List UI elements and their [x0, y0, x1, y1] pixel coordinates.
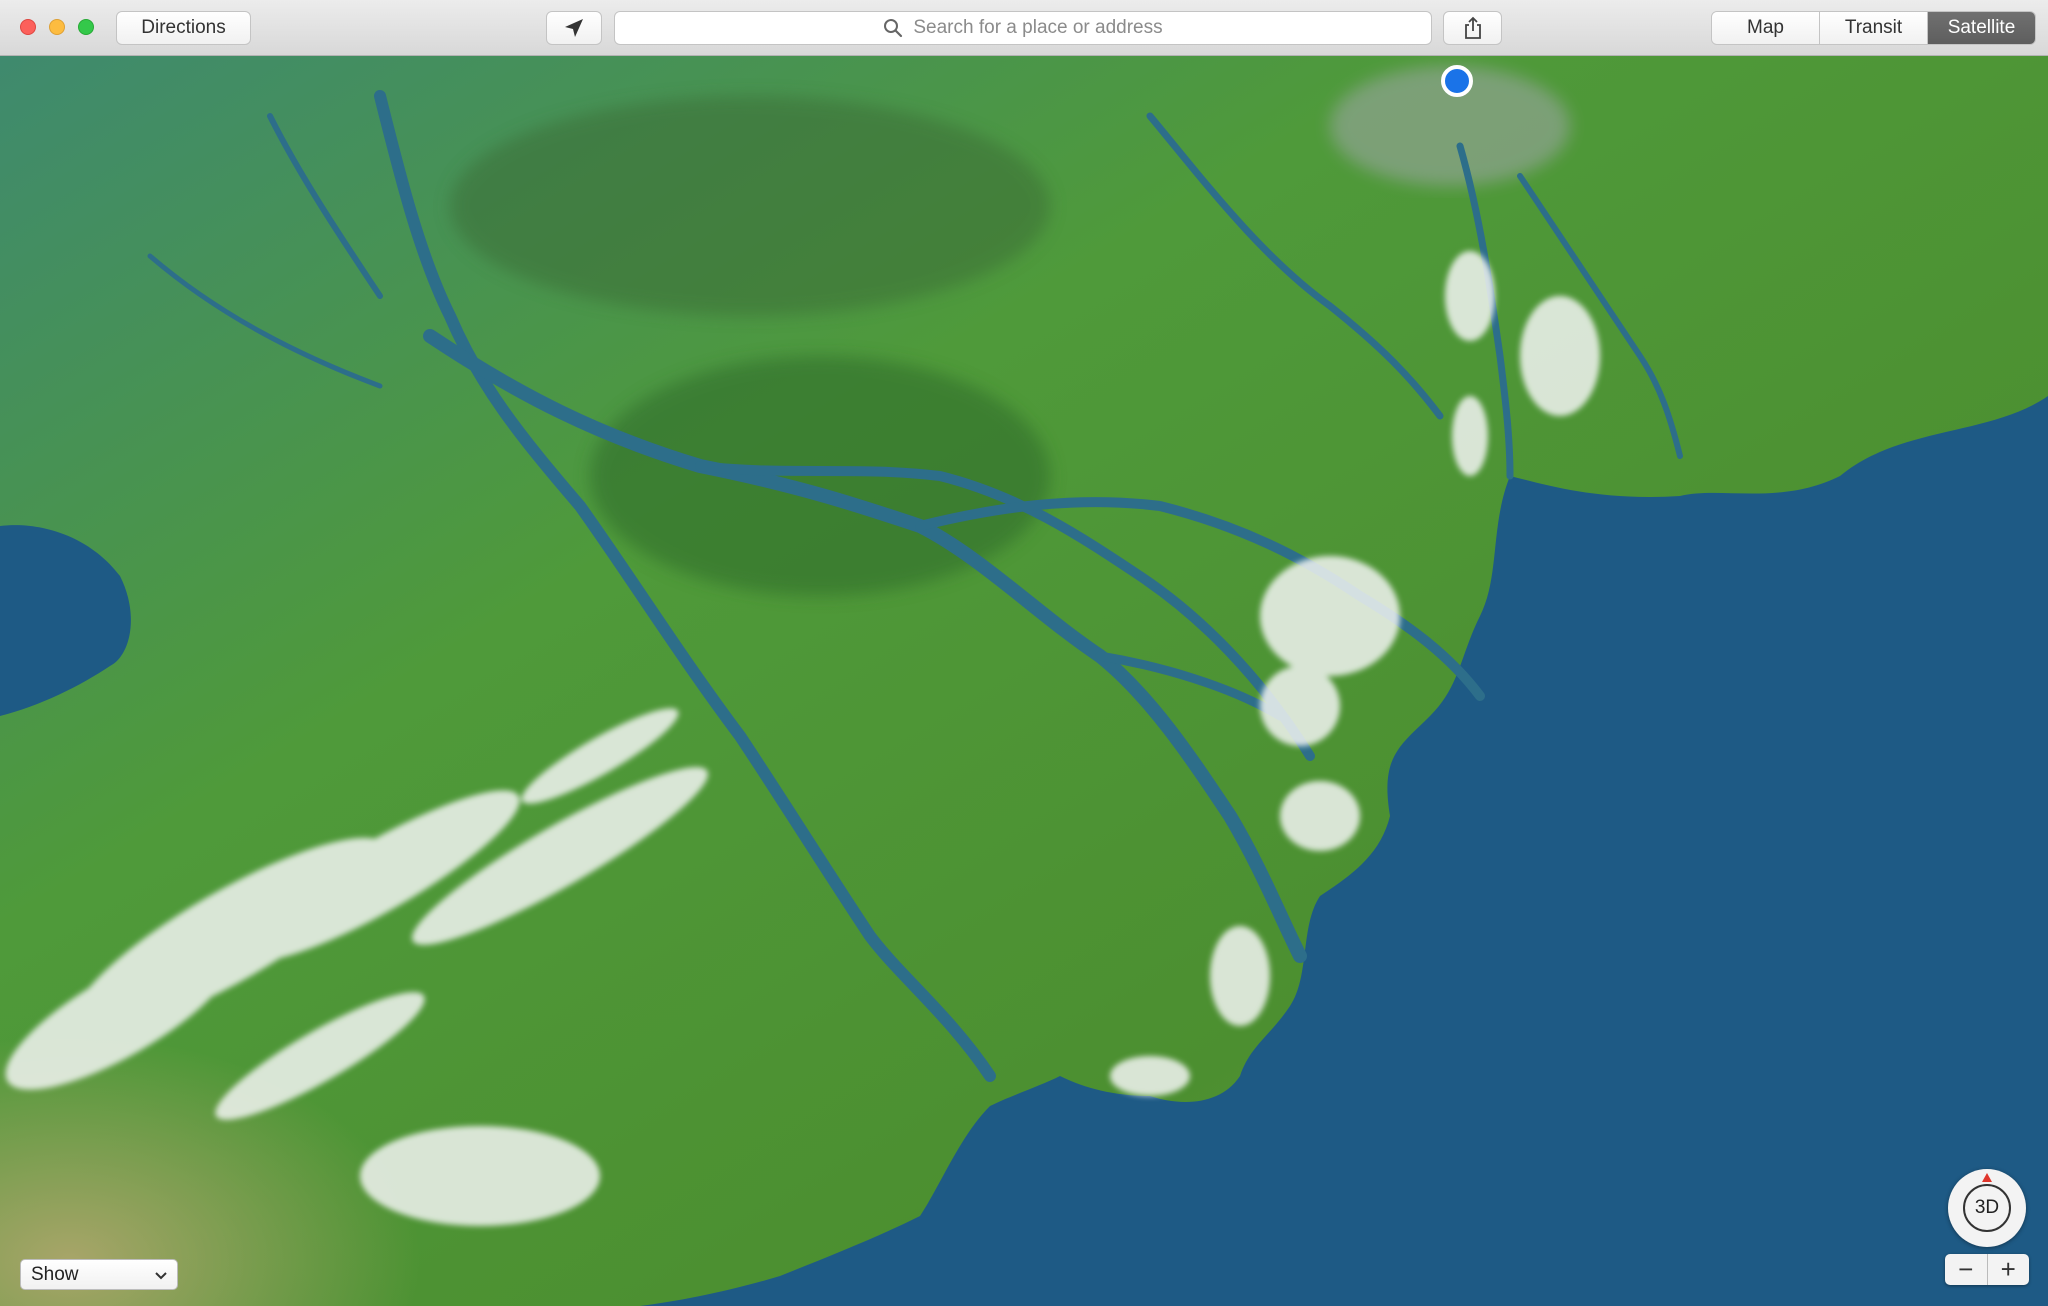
zoom-out-button[interactable]: −: [1945, 1254, 1988, 1285]
user-location-dot[interactable]: [1441, 65, 1473, 97]
search-icon: [884, 19, 903, 38]
minimize-window-button[interactable]: [49, 19, 65, 35]
compass-dial: 3D: [1963, 1184, 2011, 1232]
dark-forest-patch: [450, 96, 1050, 316]
directions-label: Directions: [141, 17, 226, 38]
zoom-in-button[interactable]: +: [1988, 1254, 2030, 1285]
minus-icon: −: [1958, 1254, 1974, 1284]
search-placeholder: Search for a place or address: [913, 17, 1163, 38]
map-type-label: Transit: [1844, 17, 1903, 38]
plus-icon: +: [2000, 1254, 2016, 1284]
compass-label: 3D: [1974, 1197, 2000, 1218]
location-arrow-icon: [565, 19, 583, 37]
current-location-button[interactable]: [546, 11, 602, 45]
share-button[interactable]: [1443, 11, 1502, 45]
show-menu-label: Show: [31, 1263, 79, 1285]
compass-north-icon: [1982, 1173, 1992, 1182]
close-window-button[interactable]: [20, 19, 36, 35]
show-menu[interactable]: Show: [20, 1259, 178, 1290]
satellite-map[interactable]: [0, 56, 2048, 1306]
map-type-label: Map: [1747, 17, 1784, 38]
map-type-map[interactable]: Map: [1712, 12, 1820, 44]
search-input[interactable]: Search for a place or address: [614, 11, 1432, 45]
compass-3d-button[interactable]: 3D: [1948, 1169, 2026, 1247]
directions-button[interactable]: Directions: [116, 11, 251, 45]
window-toolbar: Directions Search for a place or address…: [0, 0, 2048, 56]
map-type-transit[interactable]: Transit: [1820, 12, 1928, 44]
map-type-satellite[interactable]: Satellite: [1928, 12, 2035, 44]
zoom-control: − +: [1945, 1254, 2029, 1285]
share-icon: [1464, 16, 1481, 39]
chevron-down-icon: [155, 1264, 167, 1286]
map-type-selector: Map Transit Satellite: [1711, 11, 2036, 45]
map-type-label: Satellite: [1947, 17, 2016, 38]
zoom-window-button[interactable]: [78, 19, 94, 35]
